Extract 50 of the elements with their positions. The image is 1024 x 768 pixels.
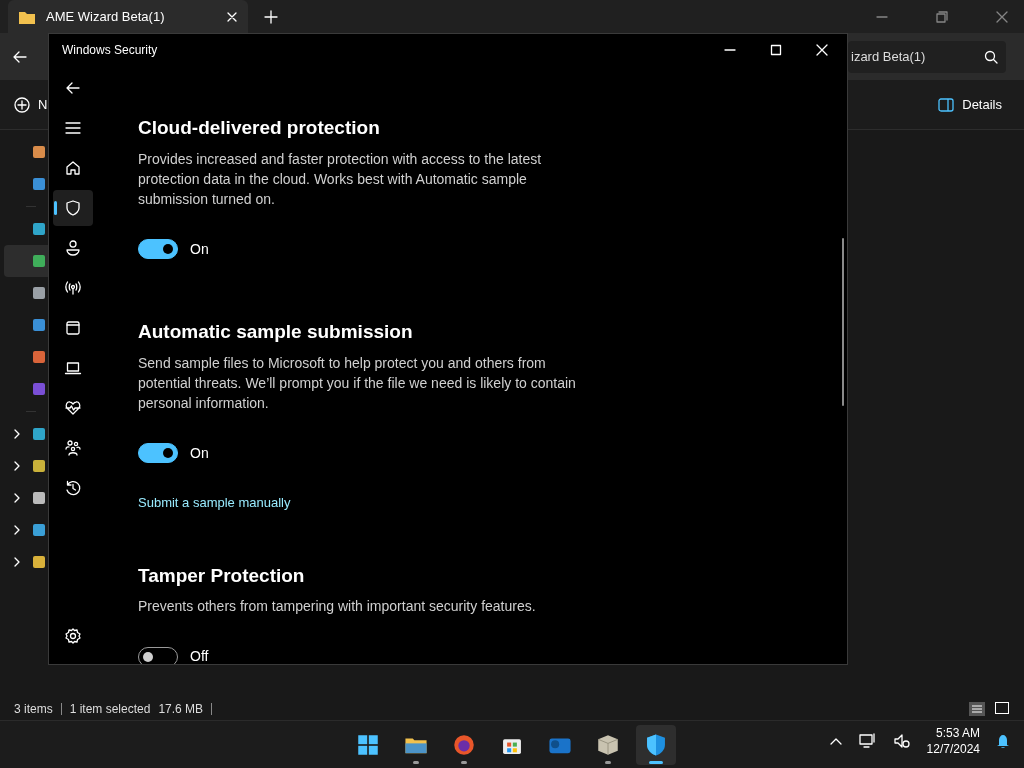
- antenna-icon: [64, 279, 82, 297]
- shield-icon: [64, 199, 82, 217]
- menu-icon: [64, 119, 82, 137]
- nav-item[interactable]: [53, 190, 93, 226]
- tiles-view-icon: [994, 701, 1010, 717]
- window-title: Windows Security: [62, 42, 159, 59]
- search-field[interactable]: izard Beta(1): [848, 40, 1006, 73]
- clock-date[interactable]: 12/7/2024: [926, 741, 980, 757]
- section-heading: Automatic sample submission: [138, 320, 414, 344]
- section-description: Provides increased and faster protection with access to the latest protection data in the cloud. Works best with Automatic sample submission turned on.: [138, 149, 543, 209]
- laptop-icon: [64, 359, 82, 377]
- section-heading: Tamper Protection: [138, 564, 306, 588]
- selection-info: 1 item selected: [69, 701, 151, 718]
- history-icon: [64, 479, 82, 497]
- plus-circle-icon: [14, 96, 30, 113]
- close-icon: [226, 10, 238, 23]
- toggle-switch[interactable]: [138, 443, 178, 464]
- section-heading: Cloud-delivered protection: [138, 117, 381, 140]
- list-view-icon: [968, 701, 986, 717]
- close-icon: [816, 44, 828, 56]
- chevron-up-icon: [828, 736, 843, 746]
- bell-icon: [996, 733, 1010, 749]
- toggle-label: Off: [190, 647, 209, 664]
- item-count: 3 items: [14, 701, 53, 718]
- selection-size: 17.6 MB: [158, 701, 204, 718]
- volume-muted-icon: [892, 733, 911, 749]
- person-icon: [64, 239, 82, 257]
- taskbar-app[interactable]: [636, 724, 676, 765]
- heart-pulse-icon: [64, 399, 82, 417]
- family-icon: [64, 439, 82, 457]
- close-icon: [996, 10, 1008, 23]
- search-icon: [984, 49, 998, 64]
- window-icon: [64, 319, 82, 337]
- toggle-label: On: [190, 239, 209, 259]
- clock-time[interactable]: 5:53 AM: [926, 725, 980, 741]
- section-description: Send sample files to Microsoft to help protect you and others from potential threats. We’ll prompt you if the file we need is likely to contain personal information.: [138, 353, 577, 413]
- plus-icon: [264, 10, 278, 25]
- new-button-label[interactable]: N: [38, 94, 48, 115]
- tab-title: AME Wizard Beta(1): [46, 7, 166, 26]
- home-icon: [64, 159, 82, 177]
- explorer-tab[interactable]: AME Wizard Beta(1): [8, 0, 248, 33]
- details-pane-icon: [938, 97, 955, 112]
- details-button[interactable]: Details: [938, 94, 1002, 115]
- restore-icon: [936, 10, 948, 23]
- toggle-switch[interactable]: [138, 239, 178, 260]
- settings-icon: [64, 627, 82, 645]
- maximize-icon: [770, 44, 782, 56]
- toggle-label: On: [190, 443, 209, 463]
- submit-sample-link[interactable]: Submit a sample manually: [138, 492, 291, 513]
- section-description: Prevents others from tampering with important security features.: [138, 597, 537, 617]
